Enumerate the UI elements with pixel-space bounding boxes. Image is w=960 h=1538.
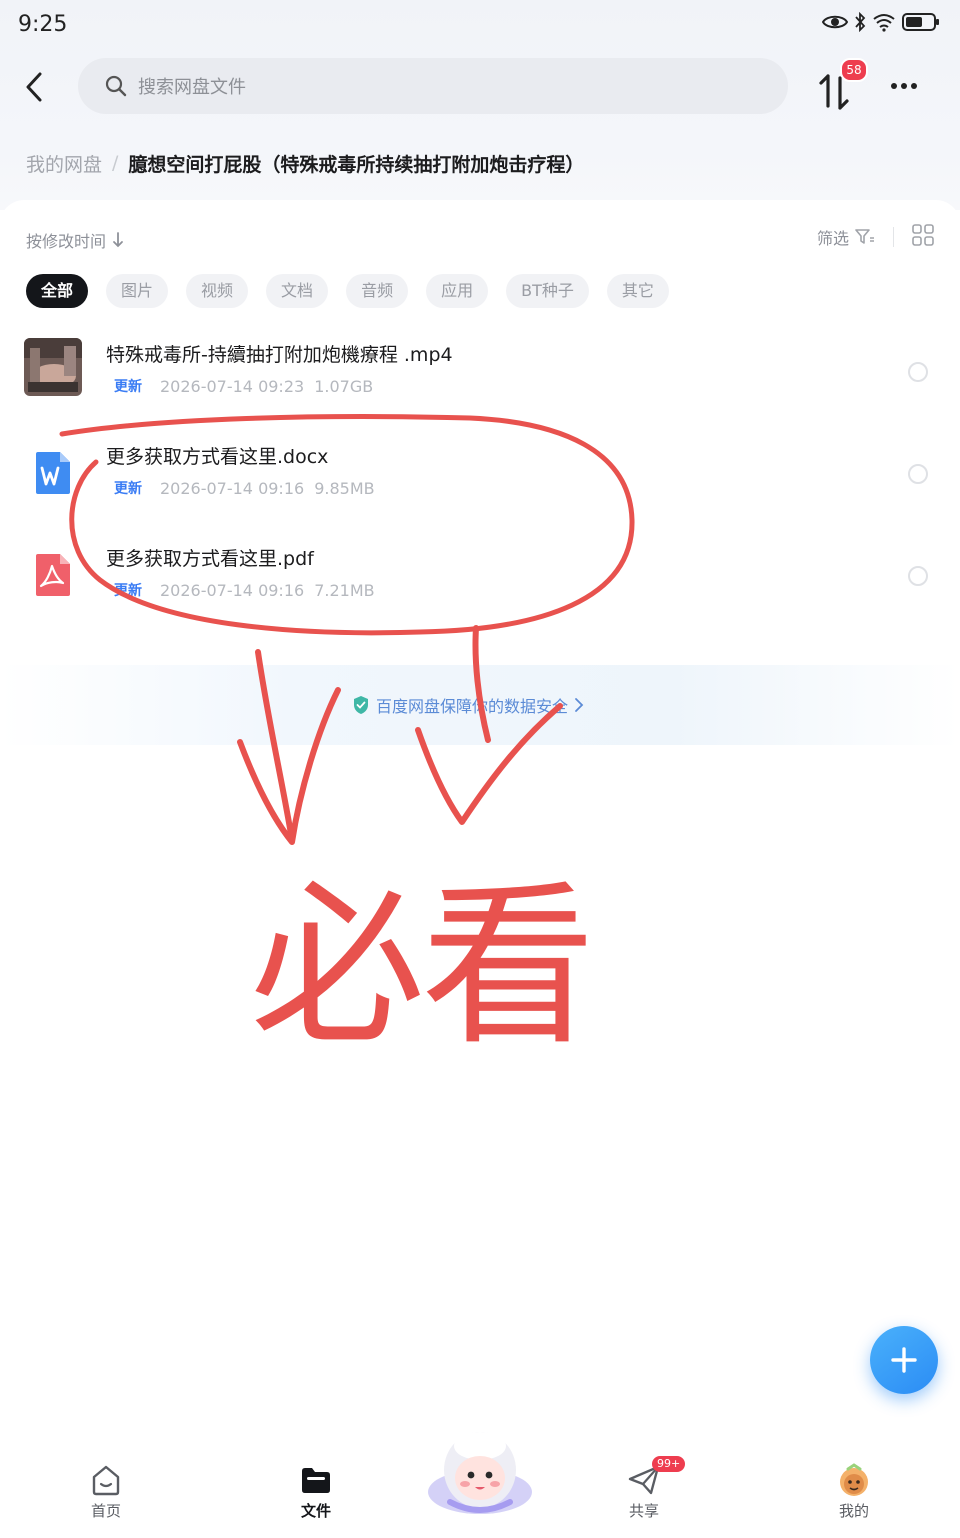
filter-icon bbox=[855, 229, 874, 244]
breadcrumb-root[interactable]: 我的网盘 bbox=[26, 150, 102, 177]
search-placeholder: 搜索网盘文件 bbox=[138, 77, 246, 98]
annotation-must-see-text: 必看 bbox=[250, 866, 596, 1069]
update-tag: 更新 bbox=[114, 481, 142, 497]
breadcrumb-separator: / bbox=[112, 152, 119, 174]
home-icon bbox=[88, 1462, 124, 1498]
tab-home-label: 首页 bbox=[90, 1502, 121, 1520]
security-text: 百度网盘保障你的数据安全 bbox=[376, 697, 569, 716]
tab-profile[interactable]: 我的 bbox=[814, 1462, 894, 1521]
arrow-down-icon bbox=[113, 232, 123, 248]
filter-toolbar: 筛选 bbox=[817, 224, 934, 250]
mascot-icon bbox=[428, 1432, 532, 1514]
video-thumbnail bbox=[24, 338, 82, 396]
search-icon bbox=[105, 75, 127, 97]
more-options-button[interactable] bbox=[884, 66, 924, 106]
select-checkbox[interactable] bbox=[908, 362, 928, 382]
status-time: 9:25 bbox=[18, 12, 68, 37]
status-icons bbox=[822, 12, 940, 32]
chip-images[interactable]: 图片 bbox=[106, 274, 169, 308]
divider bbox=[893, 227, 894, 247]
add-button[interactable] bbox=[870, 1326, 938, 1394]
file-size: 9.85MB bbox=[314, 478, 375, 498]
share-icon: 99+ bbox=[626, 1456, 686, 1498]
tab-share[interactable]: 99+ 共享 bbox=[604, 1456, 686, 1521]
category-chips: 全部 图片 视频 文档 音频 应用 BT种子 其它 bbox=[26, 274, 669, 308]
file-name: 特殊戒毒所-持續抽打附加炮機療程 .mp4 bbox=[106, 344, 453, 366]
more-dot-icon bbox=[891, 83, 897, 89]
file-row[interactable]: 更多获取方式看这里.docx 更新 2026-07-14 09:16 9.85M… bbox=[0, 422, 960, 522]
chevron-left-icon bbox=[26, 72, 42, 102]
file-meta: 更新 2026-07-14 09:23 1.07GB bbox=[114, 376, 373, 396]
file-size: 1.07GB bbox=[314, 376, 374, 396]
word-doc-icon bbox=[30, 450, 76, 496]
select-checkbox[interactable] bbox=[908, 464, 928, 484]
tab-home[interactable]: 首页 bbox=[66, 1462, 146, 1521]
status-bar: 9:25 bbox=[0, 0, 960, 52]
top-nav: 搜索网盘文件 58 bbox=[0, 52, 960, 122]
plus-icon bbox=[891, 1347, 917, 1373]
chip-apps[interactable]: 应用 bbox=[426, 274, 489, 308]
file-date: 2026-07-14 09:16 bbox=[160, 580, 305, 600]
sort-button[interactable]: 按修改时间 bbox=[26, 228, 124, 252]
update-tag: 更新 bbox=[114, 583, 142, 599]
security-banner: 百度网盘保障你的数据安全 bbox=[0, 665, 960, 745]
search-input[interactable]: 搜索网盘文件 bbox=[78, 58, 788, 114]
pdf-icon bbox=[30, 552, 76, 598]
grid-view-button[interactable] bbox=[912, 224, 934, 250]
chip-other[interactable]: 其它 bbox=[606, 274, 669, 308]
filter-button[interactable]: 筛选 bbox=[817, 225, 875, 249]
chip-documents[interactable]: 文档 bbox=[266, 274, 329, 308]
folder-icon bbox=[298, 1462, 334, 1498]
tab-share-label: 共享 bbox=[628, 1502, 659, 1520]
bluetooth-icon bbox=[854, 12, 866, 32]
back-button[interactable] bbox=[14, 62, 54, 112]
filter-label: 筛选 bbox=[816, 229, 849, 248]
share-badge: 99+ bbox=[652, 1456, 686, 1472]
file-row[interactable]: 特殊戒毒所-持續抽打附加炮機療程 .mp4 更新 2026-07-14 09:2… bbox=[0, 320, 960, 420]
chevron-right-icon bbox=[575, 698, 584, 712]
file-meta: 更新 2026-07-14 09:16 9.85MB bbox=[114, 478, 375, 498]
grid-view-icon bbox=[912, 224, 934, 246]
file-name: 更多获取方式看这里.pdf bbox=[106, 548, 314, 570]
breadcrumb-current-folder: 臆想空间打屁股（特殊戒毒所持续抽打附加炮击疗程） bbox=[128, 153, 585, 176]
chip-bt-torrents[interactable]: BT种子 bbox=[506, 274, 589, 308]
select-checkbox[interactable] bbox=[908, 566, 928, 586]
tab-profile-label: 我的 bbox=[838, 1502, 869, 1520]
wifi-icon bbox=[872, 12, 896, 32]
transfer-list-button[interactable]: 58 bbox=[810, 58, 868, 112]
eye-icon bbox=[822, 13, 848, 31]
file-meta: 更新 2026-07-14 09:16 7.21MB bbox=[114, 580, 375, 600]
file-date: 2026-07-14 09:23 bbox=[160, 376, 305, 396]
update-tag: 更新 bbox=[114, 379, 142, 395]
chip-audio[interactable]: 音频 bbox=[346, 274, 409, 308]
profile-avatar-icon bbox=[836, 1462, 872, 1498]
file-size: 7.21MB bbox=[314, 580, 375, 600]
file-row[interactable]: 更多获取方式看这里.pdf 更新 2026-07-14 09:16 7.21MB bbox=[0, 524, 960, 624]
assistant-mascot-button[interactable] bbox=[424, 1422, 536, 1522]
security-link[interactable]: 百度网盘保障你的数据安全 bbox=[352, 693, 584, 717]
chip-all[interactable]: 全部 bbox=[26, 274, 89, 308]
file-name: 更多获取方式看这里.docx bbox=[106, 446, 329, 468]
shield-icon bbox=[354, 696, 368, 714]
sort-label: 按修改时间 bbox=[26, 232, 107, 251]
file-date: 2026-07-14 09:16 bbox=[160, 478, 305, 498]
tab-files-label: 文件 bbox=[300, 1502, 331, 1520]
chip-videos[interactable]: 视频 bbox=[186, 274, 249, 308]
battery-icon bbox=[902, 12, 940, 32]
tab-files[interactable]: 文件 bbox=[276, 1462, 356, 1521]
breadcrumb: 我的网盘 / 臆想空间打屁股（特殊戒毒所持续抽打附加炮击疗程） bbox=[26, 148, 584, 178]
transfer-badge: 58 bbox=[840, 58, 868, 82]
